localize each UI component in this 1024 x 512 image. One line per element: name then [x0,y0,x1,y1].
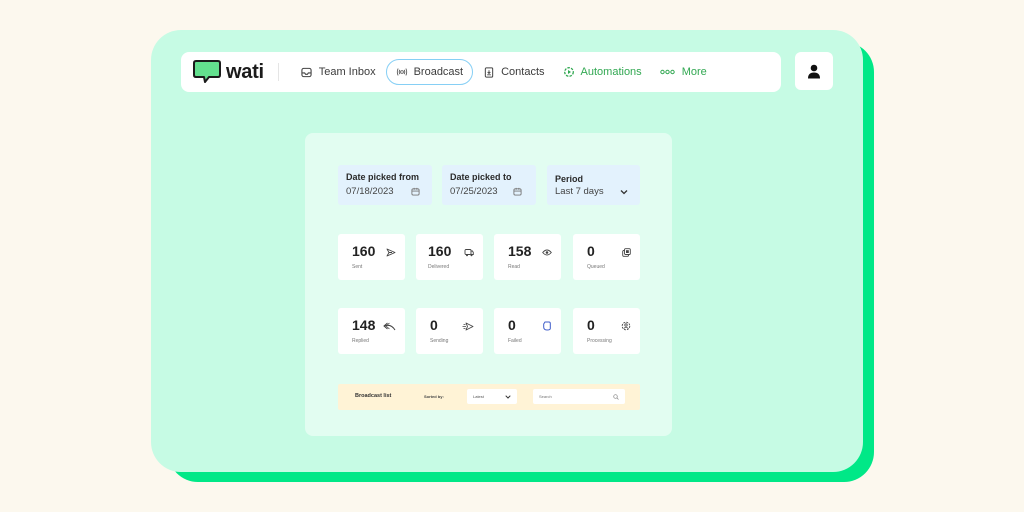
sort-value: Latest [473,394,484,399]
search-input[interactable] [539,394,599,399]
profile-button[interactable] [795,52,833,90]
stat-label: Queued [587,264,605,270]
date-from-label: Date picked from [346,172,420,182]
stat-label: Read [508,264,520,270]
queue-icon [621,247,631,257]
stat-value: 160 [352,243,376,259]
nav-broadcast-label: Broadcast [413,66,464,78]
broadcast-list-title: Broadcast list [355,393,392,399]
stat-value: 148 [352,317,376,333]
stat-label: Processing [587,338,612,344]
stat-value: 0 [508,317,516,333]
calendar-icon[interactable] [513,187,522,196]
period-value: Last 7 days [555,186,604,197]
chevron-down-icon [505,394,511,399]
nav-divider [277,63,279,81]
nav-automations[interactable]: Automations [555,59,650,85]
nav-automations-label: Automations [580,66,642,78]
stat-card-queued[interactable]: 0 Queued [573,234,640,280]
nav-broadcast[interactable]: Broadcast [385,59,474,85]
stat-card-replied[interactable]: 148 Replied [338,308,405,354]
chat-bubble-logo-icon [193,60,221,83]
stat-value: 0 [430,317,438,333]
nav-team-inbox[interactable]: Team Inbox [293,59,384,85]
stat-card-read[interactable]: 158 Read [494,234,561,280]
stat-value: 158 [508,243,532,259]
reply-icon [383,321,396,331]
chevron-down-icon [620,189,628,194]
nav-contacts-label: Contacts [501,66,545,78]
stat-card-sending[interactable]: 0 Sending [416,308,483,354]
processing-icon [621,321,631,331]
automations-icon [563,66,575,78]
stat-value: 0 [587,317,595,333]
sort-select[interactable]: Latest [467,389,517,404]
logo-text: wati [226,60,264,83]
failed-icon [542,321,552,331]
stat-label: Sending [430,338,449,344]
search-box [533,389,625,404]
user-icon [808,64,820,78]
stat-card-delivered[interactable]: 160 Delivered [416,234,483,280]
sort-label: Sorted by: [424,394,444,399]
nav-contacts[interactable]: Contacts [475,59,552,85]
stat-value: 160 [428,243,452,259]
period-select[interactable]: Period Last 7 days [547,165,640,205]
date-to-label: Date picked to [450,172,512,182]
stat-label: Sent [352,264,363,270]
stat-card-sent[interactable]: 160 Sent [338,234,405,280]
calendar-icon[interactable] [411,187,420,196]
logo[interactable]: wati [193,59,264,85]
stat-card-processing[interactable]: 0 Processing [573,308,640,354]
contacts-icon [483,66,495,78]
stat-label: Replied [352,338,369,344]
more-icon [660,66,676,78]
inbox-icon [301,66,313,78]
date-from-field[interactable]: Date picked from 07/18/2023 [338,165,432,205]
delivered-icon [464,247,474,257]
top-navbar: wati Team Inbox Broadcast Contacts Autom… [181,52,781,92]
nav-more-label: More [681,66,707,78]
broadcast-list-header: Broadcast list Sorted by: Latest [338,384,640,410]
stat-card-failed[interactable]: 0 Failed [494,308,561,354]
sending-icon [462,321,474,331]
stat-value: 0 [587,243,595,259]
nav-team-inbox-label: Team Inbox [318,66,376,78]
date-to-field[interactable]: Date picked to 07/25/2023 [442,165,536,205]
stat-label: Failed [508,338,522,344]
search-icon[interactable] [613,393,619,400]
nav-more[interactable]: More [652,59,715,85]
date-to-value: 07/25/2023 [450,186,498,197]
stat-label: Delivered [428,264,450,270]
send-icon [386,247,396,257]
period-label: Period [555,174,584,184]
broadcast-icon [396,66,408,78]
date-from-value: 07/18/2023 [346,186,394,197]
eye-icon [542,247,552,257]
